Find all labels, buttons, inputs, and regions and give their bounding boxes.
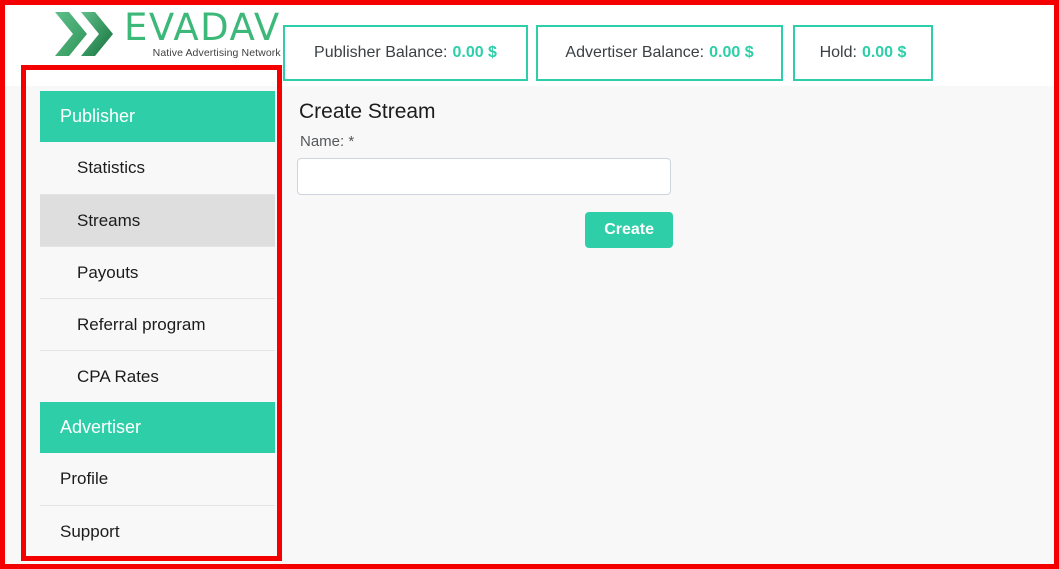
main-panel: Create Stream Name: * Create (297, 100, 997, 248)
sidebar-item-streams[interactable]: Streams (40, 194, 275, 246)
sidebar-item-cpa-rates[interactable]: CPA Rates (40, 350, 275, 402)
sidebar-item-support[interactable]: Support (40, 505, 275, 557)
sidebar-item-statistics[interactable]: Statistics (40, 142, 275, 194)
sidebar-nav: Publisher Statistics Streams Payouts Ref… (40, 91, 275, 557)
sidebar-item-profile-label: Profile (60, 469, 109, 488)
sidebar-item-payouts-label: Payouts (77, 263, 139, 282)
sidebar-section-advertiser-label: Advertiser (60, 417, 142, 437)
publisher-balance-label: Publisher Balance: (314, 44, 448, 61)
advertiser-balance-label: Advertiser Balance: (565, 44, 705, 61)
logo-title: EVADAV (124, 6, 281, 50)
name-input[interactable] (297, 158, 671, 195)
hold-balance-amount: 0.00 $ (861, 44, 907, 61)
sidebar: Publisher Statistics Streams Payouts Ref… (40, 91, 275, 557)
sidebar-item-profile[interactable]: Profile (40, 453, 275, 505)
form-actions: Create (297, 212, 673, 248)
evadav-logo[interactable]: EVADAV Native Advertising Network (55, 8, 281, 60)
evadav-chevron-logo-icon (55, 12, 113, 56)
logo-wordmark: EVADAV Native Advertising Network (124, 9, 281, 59)
advertiser-balance-amount: 0.00 $ (709, 44, 754, 61)
page-header: EVADAV Native Advertising Network Publis… (5, 5, 1054, 86)
evadav-dashboard: EVADAV Native Advertising Network Publis… (0, 0, 1059, 569)
create-stream-form: Name: * Create (297, 133, 997, 248)
logo-tagline: Native Advertising Network (152, 47, 281, 60)
sidebar-item-referral-program[interactable]: Referral program (40, 298, 275, 350)
sidebar-item-streams-label: Streams (77, 211, 141, 230)
publisher-balance-box[interactable]: Publisher Balance: 0.00 $ (283, 25, 528, 81)
sidebar-item-payouts[interactable]: Payouts (40, 246, 275, 298)
name-field-label: Name: * (300, 133, 355, 150)
create-button[interactable]: Create (585, 212, 673, 248)
publisher-balance-amount: 0.00 $ (452, 44, 497, 61)
advertiser-balance-box[interactable]: Advertiser Balance: 0.00 $ (536, 25, 783, 81)
hold-balance-label: Hold: (819, 44, 857, 61)
sidebar-section-advertiser[interactable]: Advertiser (40, 402, 275, 453)
sidebar-item-referral-program-label: Referral program (77, 315, 206, 334)
sidebar-section-publisher[interactable]: Publisher (40, 91, 275, 142)
hold-balance-box[interactable]: Hold: 0.00 $ (793, 25, 933, 81)
sidebar-item-cpa-rates-label: CPA Rates (77, 367, 159, 386)
sidebar-section-publisher-label: Publisher (60, 106, 136, 126)
sidebar-item-support-label: Support (60, 522, 120, 541)
sidebar-item-statistics-label: Statistics (77, 158, 146, 177)
page-title: Create Stream (299, 100, 436, 123)
